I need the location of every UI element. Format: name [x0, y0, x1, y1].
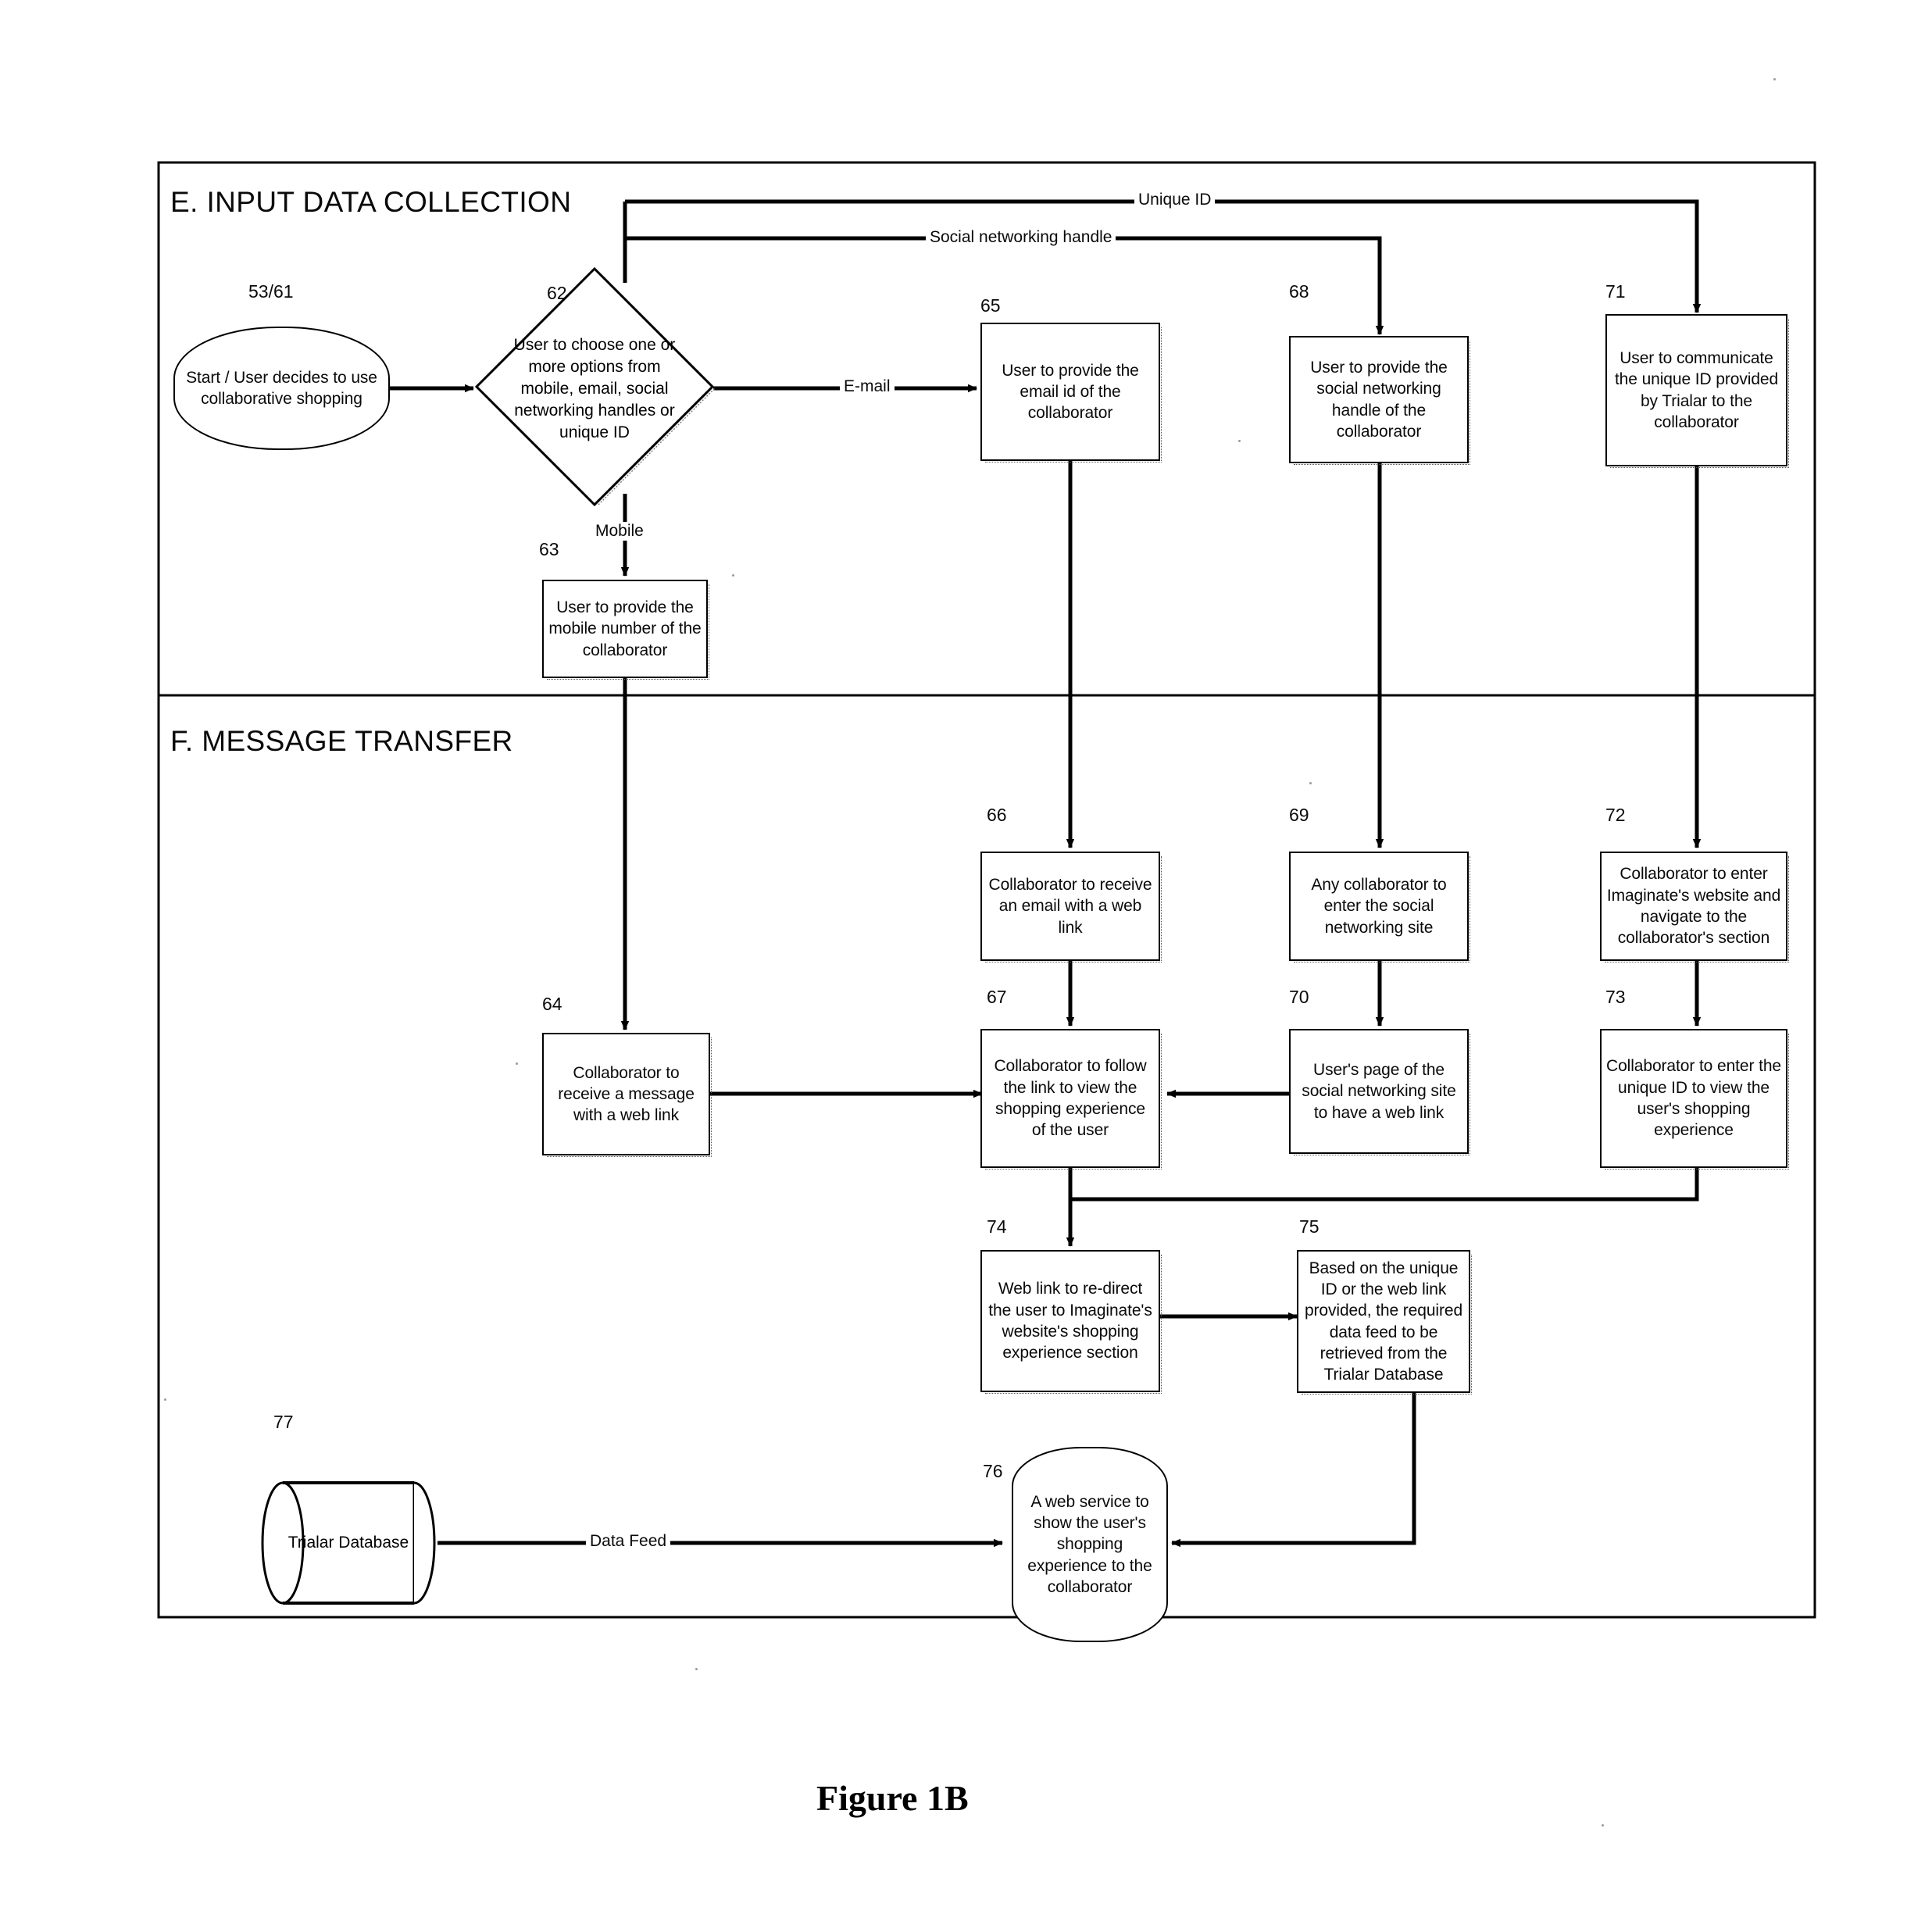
node-user-page-social-site[interactable]: User's page of the social networking sit…	[1289, 1029, 1470, 1155]
figure-caption: Figure 1B	[816, 1778, 969, 1818]
refnum-77: 77	[273, 1412, 294, 1432]
scan-speck	[695, 1668, 698, 1670]
scan-speck	[1602, 1824, 1604, 1827]
node-trialar-database[interactable]: Trialar Database	[259, 1469, 437, 1617]
scan-speck	[164, 1398, 166, 1401]
lane-title-input-data-collection: E. INPUT DATA COLLECTION	[170, 186, 572, 218]
refnum-65: 65	[980, 295, 1001, 316]
node-weblink-redirect[interactable]: Web link to re-direct the user to Imagin…	[980, 1250, 1162, 1394]
figure-sheet: E. INPUT DATA COLLECTION F. MESSAGE TRAN…	[0, 0, 1932, 1932]
refnum-71: 71	[1605, 281, 1626, 302]
node-receive-message-weblink[interactable]: Collaborator to receive a message with a…	[542, 1033, 712, 1157]
refnum-74: 74	[987, 1216, 1007, 1237]
refnum-64: 64	[542, 994, 562, 1014]
edge-label-social-networking-handle: Social networking handle	[926, 228, 1116, 247]
node-receive-email-weblink[interactable]: Collaborator to receive an email with a …	[980, 852, 1162, 962]
node-choose-option-decision[interactable]: User to choose one or more options from …	[473, 266, 716, 508]
refnum-72: 72	[1605, 805, 1626, 825]
scan-speck	[516, 1062, 518, 1065]
refnum-68: 68	[1289, 281, 1309, 302]
node-web-service-show-experience[interactable]: A web service to show the user's shoppin…	[1012, 1447, 1168, 1642]
refnum-67: 67	[987, 987, 1007, 1007]
node-provide-email-id[interactable]: User to provide the email id of the coll…	[980, 323, 1162, 462]
edge-label-data-feed: Data Feed	[586, 1532, 671, 1551]
refnum-69: 69	[1289, 805, 1309, 825]
refnum-63: 63	[539, 539, 559, 559]
lane-title-message-transfer: F. MESSAGE TRANSFER	[170, 725, 513, 757]
scan-speck	[1773, 78, 1776, 80]
node-communicate-unique-id[interactable]: User to communicate the unique ID provid…	[1605, 314, 1789, 468]
refnum-73: 73	[1605, 987, 1626, 1007]
node-provide-social-handle[interactable]: User to provide the social networking ha…	[1289, 336, 1470, 465]
decision-label: User to choose one or more options from …	[513, 336, 676, 441]
node-enter-imaginate-website[interactable]: Collaborator to enter Imaginate's websit…	[1600, 852, 1789, 962]
edge-label-mobile: Mobile	[591, 522, 648, 541]
edge-label-unique-id: Unique ID	[1134, 191, 1216, 209]
scan-speck	[732, 574, 734, 577]
database-label: Trialar Database	[287, 1534, 409, 1552]
scan-speck	[1309, 782, 1312, 784]
refnum-53-61: 53/61	[248, 281, 294, 302]
refnum-75: 75	[1299, 1216, 1320, 1237]
refnum-70: 70	[1289, 987, 1309, 1007]
node-provide-mobile-number[interactable]: User to provide the mobile number of the…	[542, 580, 709, 680]
node-retrieve-data-feed[interactable]: Based on the unique ID or the web link p…	[1297, 1250, 1472, 1395]
node-enter-unique-id[interactable]: Collaborator to enter the unique ID to v…	[1600, 1029, 1789, 1170]
node-follow-link-view-experience[interactable]: Collaborator to follow the link to view …	[980, 1029, 1162, 1170]
node-start-user-decides[interactable]: Start / User decides to use collaborativ…	[173, 327, 390, 450]
refnum-76: 76	[983, 1461, 1003, 1481]
scan-speck	[1238, 440, 1241, 442]
edge-label-email: E-mail	[840, 377, 895, 396]
refnum-66: 66	[987, 805, 1007, 825]
node-enter-social-site[interactable]: Any collaborator to enter the social net…	[1289, 852, 1470, 962]
